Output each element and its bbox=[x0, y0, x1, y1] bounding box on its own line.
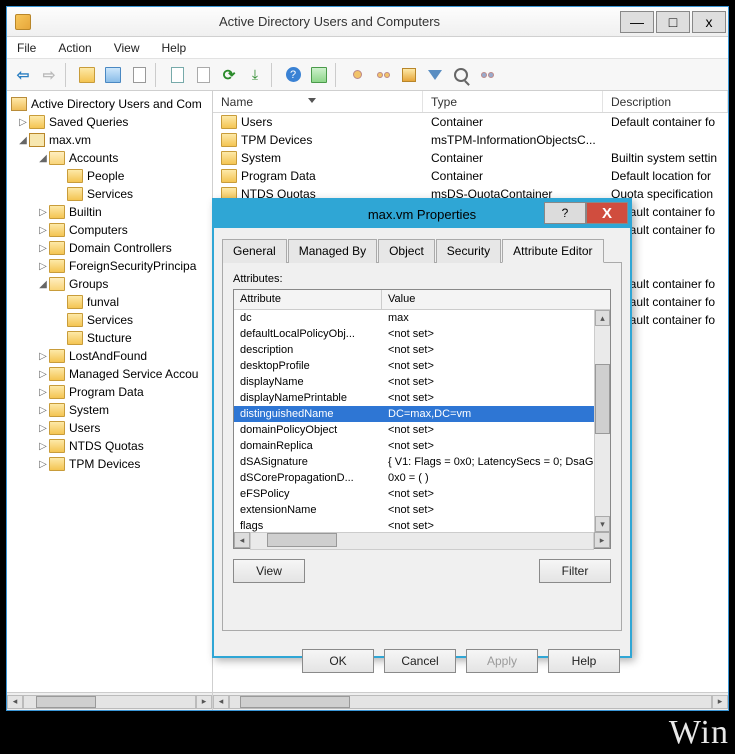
tree-groups[interactable]: ◢Groups bbox=[7, 275, 212, 293]
nav-fwd-button[interactable]: ⇨ bbox=[37, 63, 61, 87]
attribute-row[interactable]: eFSPolicy<not set> bbox=[234, 486, 610, 502]
attribute-row[interactable]: dSCorePropagationD...0x0 = ( ) bbox=[234, 470, 610, 486]
export-button[interactable]: ⤓ bbox=[243, 63, 267, 87]
nav-back-button[interactable]: ⇦ bbox=[11, 63, 35, 87]
grid-col-value[interactable]: Value bbox=[382, 290, 610, 309]
sort-desc-icon bbox=[308, 98, 316, 103]
filter-button-dialog[interactable]: Filter bbox=[539, 559, 611, 583]
tree-funval[interactable]: funval bbox=[7, 293, 212, 311]
properties-dialog: max.vm Properties ? X General Managed By… bbox=[212, 198, 632, 658]
new-user-button[interactable] bbox=[345, 63, 369, 87]
tree-system[interactable]: ▷System bbox=[7, 401, 212, 419]
attribute-row[interactable]: defaultLocalPolicyObj...<not set> bbox=[234, 326, 610, 342]
dialog-close-button[interactable]: X bbox=[586, 202, 628, 224]
attribute-row[interactable]: dSASignature{ V1: Flags = 0x0; LatencySe… bbox=[234, 454, 610, 470]
tree-users[interactable]: ▷Users bbox=[7, 419, 212, 437]
up-button[interactable] bbox=[75, 63, 99, 87]
attribute-row[interactable]: desktopProfile<not set> bbox=[234, 358, 610, 374]
tree-lostandfound[interactable]: ▷LostAndFound bbox=[7, 347, 212, 365]
filter-button[interactable] bbox=[423, 63, 447, 87]
dialog-titlebar: max.vm Properties ? X bbox=[214, 200, 630, 228]
tree-ntds[interactable]: ▷NTDS Quotas bbox=[7, 437, 212, 455]
close-button[interactable]: x bbox=[692, 11, 726, 33]
tab-general[interactable]: General bbox=[222, 239, 287, 263]
attribute-row[interactable]: description<not set> bbox=[234, 342, 610, 358]
new-ou-button[interactable] bbox=[397, 63, 421, 87]
attribute-row[interactable]: domainPolicyObject<not set> bbox=[234, 422, 610, 438]
tree-computers[interactable]: ▷Computers bbox=[7, 221, 212, 239]
tree-services[interactable]: Services bbox=[7, 185, 212, 203]
watermark: Win bbox=[669, 714, 729, 752]
tree-people[interactable]: People bbox=[7, 167, 212, 185]
tab-attribute-editor[interactable]: Attribute Editor bbox=[502, 239, 603, 263]
dialog-help-button[interactable]: ? bbox=[544, 202, 586, 224]
help-button[interactable]: ? bbox=[281, 63, 305, 87]
tree-builtin[interactable]: ▷Builtin bbox=[7, 203, 212, 221]
tab-managedby[interactable]: Managed By bbox=[288, 239, 377, 263]
attribute-grid[interactable]: Attribute Value dcmaxdefaultLocalPolicyO… bbox=[233, 289, 611, 549]
menu-file[interactable]: File bbox=[17, 41, 36, 55]
grid-vscroll[interactable]: ▴ ▾ bbox=[594, 310, 610, 532]
tree-msa[interactable]: ▷Managed Service Accou bbox=[7, 365, 212, 383]
titlebar: Active Directory Users and Computers — □… bbox=[7, 7, 728, 37]
window-title: Active Directory Users and Computers bbox=[39, 14, 620, 29]
dialog-tabs: General Managed By Object Security Attri… bbox=[222, 238, 622, 263]
attribute-row[interactable]: distinguishedNameDC=max,DC=vm bbox=[234, 406, 610, 422]
show-pane-button[interactable] bbox=[101, 63, 125, 87]
menu-view[interactable]: View bbox=[114, 41, 140, 55]
view-options-button[interactable] bbox=[307, 63, 331, 87]
list-row[interactable]: SystemContainerBuiltin system settin bbox=[213, 149, 728, 167]
list-row[interactable]: TPM DevicesmsTPM-InformationObjectsC... bbox=[213, 131, 728, 149]
tree-root[interactable]: Active Directory Users and Com bbox=[7, 95, 212, 113]
attribute-row[interactable]: dcmax bbox=[234, 310, 610, 326]
list-row[interactable]: Program DataContainerDefault location fo… bbox=[213, 167, 728, 185]
attributes-label: Attributes: bbox=[233, 273, 611, 285]
tree-hscroll[interactable]: ◂▸ bbox=[7, 692, 212, 710]
list-row[interactable]: UsersContainerDefault container fo bbox=[213, 113, 728, 131]
attribute-row[interactable]: domainReplica<not set> bbox=[234, 438, 610, 454]
tree-accounts[interactable]: ◢Accounts bbox=[7, 149, 212, 167]
menu-action[interactable]: Action bbox=[58, 41, 91, 55]
grid-hscroll[interactable]: ◂▸ bbox=[234, 532, 610, 550]
minimize-button[interactable]: — bbox=[620, 11, 654, 33]
new-group-button[interactable] bbox=[371, 63, 395, 87]
grid-col-attribute[interactable]: Attribute bbox=[234, 290, 382, 309]
cut-button[interactable] bbox=[127, 63, 151, 87]
cancel-button[interactable]: Cancel bbox=[384, 649, 456, 673]
attribute-row[interactable]: displayName<not set> bbox=[234, 374, 610, 390]
find-button[interactable] bbox=[449, 63, 473, 87]
menu-help[interactable]: Help bbox=[162, 41, 187, 55]
tree-dc[interactable]: ▷Domain Controllers bbox=[7, 239, 212, 257]
tab-object[interactable]: Object bbox=[378, 239, 435, 263]
tree-structure[interactable]: Stucture bbox=[7, 329, 212, 347]
help-button-dialog[interactable]: Help bbox=[548, 649, 620, 673]
attribute-row[interactable]: flags<not set> bbox=[234, 518, 610, 532]
tree-services2[interactable]: Services bbox=[7, 311, 212, 329]
menubar: File Action View Help bbox=[7, 37, 728, 59]
attribute-row[interactable]: extensionName<not set> bbox=[234, 502, 610, 518]
delete-button[interactable] bbox=[191, 63, 215, 87]
toolbar: ⇦ ⇨ ⟳ ⤓ ? bbox=[7, 59, 728, 91]
maximize-button[interactable]: □ bbox=[656, 11, 690, 33]
tree-saved-queries[interactable]: ▷Saved Queries bbox=[7, 113, 212, 131]
tree-pane: Active Directory Users and Com ▷Saved Qu… bbox=[7, 91, 213, 710]
attribute-row[interactable]: displayNamePrintable<not set> bbox=[234, 390, 610, 406]
properties-button[interactable] bbox=[165, 63, 189, 87]
tree-domain[interactable]: ◢max.vm bbox=[7, 131, 212, 149]
apply-button[interactable]: Apply bbox=[466, 649, 538, 673]
list-hscroll[interactable]: ◂▸ bbox=[213, 692, 728, 710]
add-criteria-button[interactable] bbox=[475, 63, 499, 87]
refresh-button[interactable]: ⟳ bbox=[217, 63, 241, 87]
tab-security[interactable]: Security bbox=[436, 239, 501, 263]
app-icon bbox=[15, 14, 31, 30]
view-button[interactable]: View bbox=[233, 559, 305, 583]
list-header[interactable]: Name Type Description bbox=[213, 91, 728, 113]
tree-fsp[interactable]: ▷ForeignSecurityPrincipa bbox=[7, 257, 212, 275]
ok-button[interactable]: OK bbox=[302, 649, 374, 673]
tree-programdata[interactable]: ▷Program Data bbox=[7, 383, 212, 401]
tree-tpm[interactable]: ▷TPM Devices bbox=[7, 455, 212, 473]
